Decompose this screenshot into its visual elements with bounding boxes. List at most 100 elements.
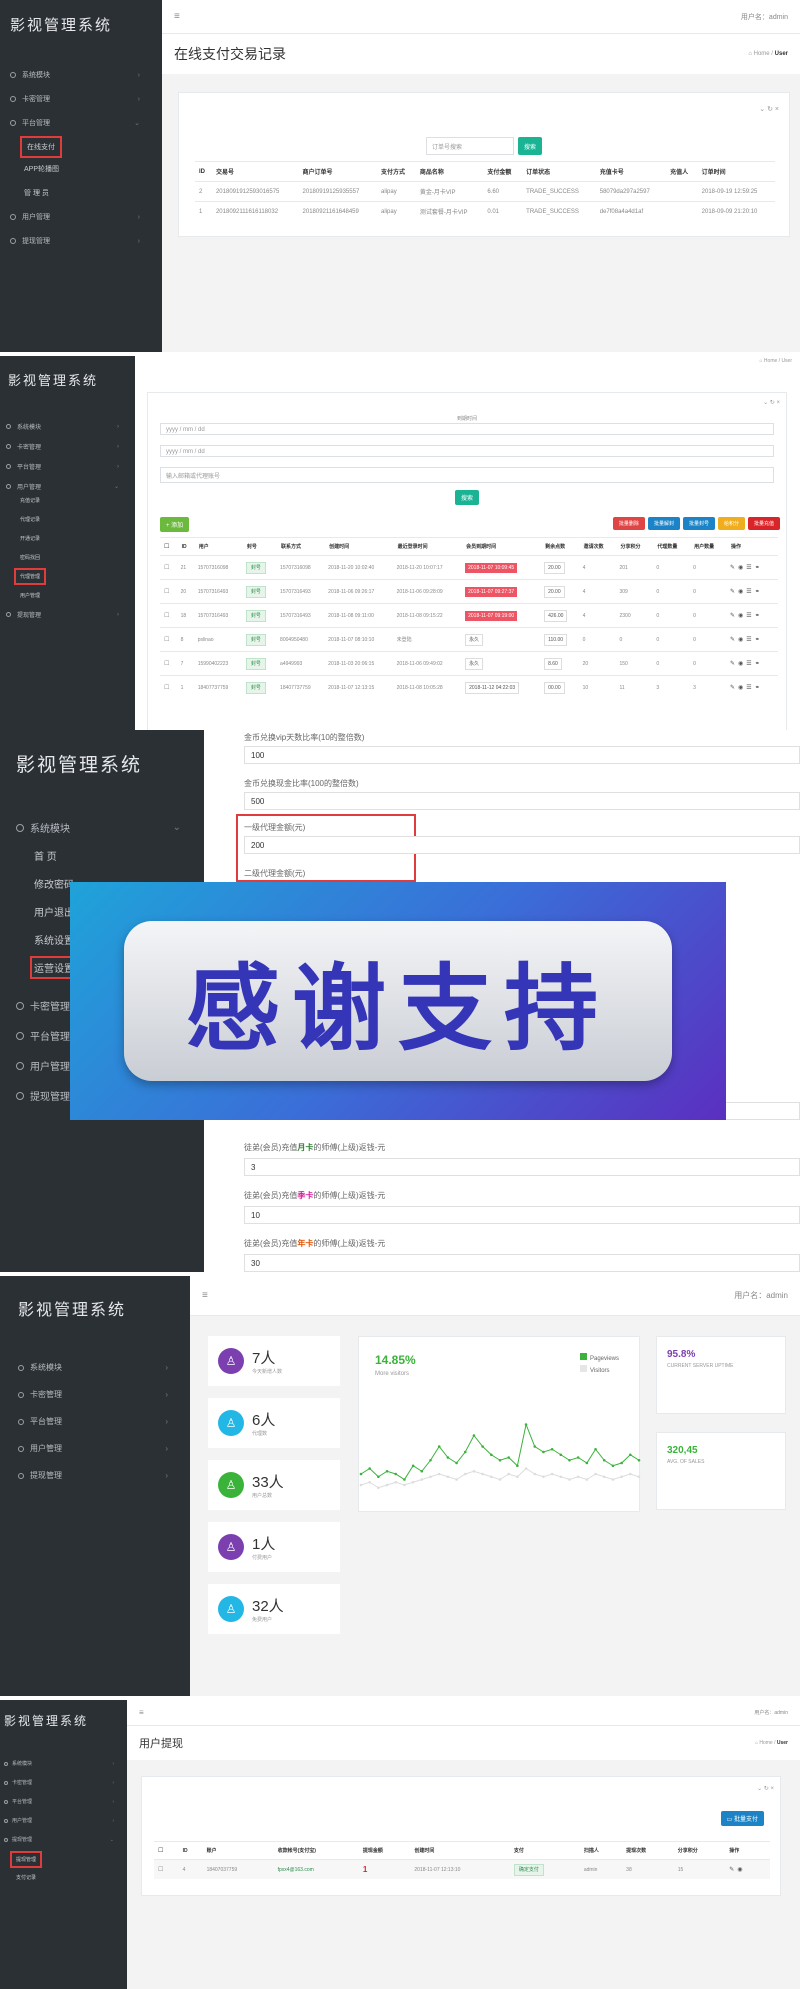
link-icon[interactable]: ⚭ <box>755 637 760 643</box>
sidebar-item[interactable]: 系统模块 › <box>4 1760 124 1767</box>
sidebar-item[interactable]: 用户管理 ⌄ <box>6 482 131 491</box>
list-icon[interactable]: ☰ <box>746 589 751 595</box>
batch-action-button[interactable]: 批量删除 <box>612 517 645 530</box>
edit-icon[interactable]: ✎ <box>730 589 735 595</box>
date-end-input[interactable]: yyyy / mm / dd <box>160 445 774 457</box>
list-icon[interactable]: ☰ <box>746 613 751 619</box>
sidebar-sub-password[interactable]: 修改密码 <box>34 876 74 891</box>
sidebar-item-cards[interactable]: 卡密管理› <box>10 94 160 104</box>
link-icon[interactable]: ⚭ <box>755 685 760 691</box>
link-icon[interactable]: ⚭ <box>755 589 760 595</box>
collapse-icon[interactable]: ⌄ <box>757 1786 762 1792</box>
row-checkbox[interactable]: ☐ <box>160 603 178 628</box>
sidebar-sub-item[interactable]: 开通记录 <box>18 534 42 543</box>
list-icon[interactable]: ☰ <box>746 661 751 667</box>
refresh-icon[interactable]: ↻ <box>764 1786 769 1792</box>
sidebar-sub-item[interactable]: 密码找回 <box>18 553 42 562</box>
sidebar-sub-logout[interactable]: 用户退出 <box>34 904 74 919</box>
month-card-reward-input[interactable]: 3 <box>244 1158 800 1176</box>
search-button[interactable]: 搜索 <box>517 137 542 155</box>
sidebar-sub-operation[interactable]: 运营设置 <box>30 956 78 979</box>
sidebar-item[interactable]: 卡密管理 › <box>4 1779 124 1786</box>
view-icon[interactable]: ◉ <box>738 685 743 691</box>
ban-button[interactable]: 封号 <box>245 610 266 622</box>
sidebar-item-system[interactable]: 系统模块 ⌄ <box>16 820 201 835</box>
row-checkbox[interactable]: ☐ <box>160 555 178 580</box>
sidebar-sub-admin[interactable]: 管 理 员 <box>24 188 49 198</box>
vip-ratio-input[interactable]: 100 <box>244 746 800 764</box>
select-all-checkbox[interactable]: ☐ <box>154 1841 179 1860</box>
edit-icon[interactable]: ✎ <box>730 613 735 619</box>
sidebar-sub-item[interactable]: 提现管理 <box>9 1851 43 1868</box>
list-icon[interactable]: ☰ <box>746 565 751 571</box>
sidebar-item[interactable]: 卡密管理 › <box>6 442 131 451</box>
sidebar-item[interactable]: 提现管理 ⌄ <box>4 1836 124 1843</box>
search-button[interactable]: 搜索 <box>455 490 480 505</box>
view-icon[interactable]: ◉ <box>738 589 743 595</box>
batch-action-button[interactable]: 给积分 <box>717 517 745 530</box>
row-checkbox[interactable]: ☐ <box>160 627 178 652</box>
refresh-icon[interactable]: ↻ <box>767 106 773 113</box>
select-all-checkbox[interactable]: ☐ <box>160 537 178 556</box>
close-icon[interactable]: × <box>770 1786 774 1792</box>
menu-toggle-icon[interactable]: ≡ <box>139 1708 144 1717</box>
view-icon[interactable]: ◉ <box>738 565 743 571</box>
view-icon[interactable]: ◉ <box>738 637 743 643</box>
edit-icon[interactable]: ✎ <box>729 1867 734 1873</box>
sidebar-item-users[interactable]: 用户管理› <box>10 212 160 222</box>
row-checkbox[interactable]: ☐ <box>154 1859 179 1879</box>
menu-toggle-icon[interactable]: ≡ <box>174 11 180 22</box>
sidebar-item[interactable]: 用户管理 › <box>4 1817 124 1824</box>
refresh-icon[interactable]: ↻ <box>770 400 775 406</box>
user-info[interactable]: 用户名：admin <box>734 1290 788 1301</box>
link-icon[interactable]: ⚭ <box>755 661 760 667</box>
sidebar-item[interactable]: 提现管理 › <box>18 1470 188 1481</box>
sidebar-sub-home[interactable]: 首 页 <box>34 848 57 863</box>
sidebar-item[interactable]: 系统模块 › <box>6 422 131 431</box>
sidebar-sub-settings[interactable]: 系统设置 <box>34 932 74 947</box>
close-icon[interactable]: × <box>775 106 779 113</box>
list-icon[interactable]: ☰ <box>746 685 751 691</box>
sidebar-item[interactable]: 平台管理 › <box>6 462 131 471</box>
year-card-reward-input[interactable]: 30 <box>244 1254 800 1272</box>
sidebar-item-platform[interactable]: 平台管理 ⌄ <box>10 118 160 128</box>
row-checkbox[interactable]: ☐ <box>160 651 178 676</box>
date-start-input[interactable]: yyyy / mm / dd <box>160 423 774 435</box>
edit-icon[interactable]: ✎ <box>730 637 735 643</box>
link-icon[interactable]: ⚭ <box>755 613 760 619</box>
menu-toggle-icon[interactable]: ≡ <box>202 1290 208 1301</box>
sidebar-item[interactable]: 系统模块 › <box>18 1362 188 1373</box>
list-icon[interactable]: ☰ <box>746 637 751 643</box>
batch-action-button[interactable]: 批量充值 <box>747 517 780 530</box>
confirm-pay-button[interactable]: 确定支付 <box>513 1864 544 1876</box>
sidebar-item-withdraw[interactable]: 提现管理› <box>10 236 160 246</box>
ban-button[interactable]: 封号 <box>245 586 266 598</box>
agent-level1-input[interactable]: 200 <box>244 836 800 854</box>
user-info[interactable]: 用户名：admin <box>754 1709 788 1716</box>
sidebar-sub-item[interactable]: 支付记录 <box>14 1873 38 1882</box>
batch-pay-button[interactable]: ▭ 批量支付 <box>720 1811 764 1826</box>
agent-search-input[interactable]: 输入邮箱或代理账号 <box>160 467 774 483</box>
sidebar-item[interactable]: 提现管理 › <box>6 610 131 619</box>
batch-action-button[interactable]: 批量封号 <box>682 517 715 530</box>
sidebar-sub-item[interactable]: 充值记录 <box>18 496 42 505</box>
sidebar-item[interactable]: 用户管理 › <box>18 1443 188 1454</box>
edit-icon[interactable]: ✎ <box>730 565 735 571</box>
season-card-reward-input[interactable]: 10 <box>244 1206 800 1224</box>
sidebar-sub-item[interactable]: 代理管理 <box>13 568 47 585</box>
ban-button[interactable]: 封号 <box>245 562 266 574</box>
batch-action-button[interactable]: 批量解封 <box>647 517 680 530</box>
sidebar-sub-online-pay[interactable]: 在线支付 <box>20 136 62 158</box>
row-checkbox[interactable]: ☐ <box>160 675 178 699</box>
collapse-icon[interactable]: ⌄ <box>763 400 768 406</box>
collapse-icon[interactable]: ⌄ <box>759 106 765 113</box>
ban-button[interactable]: 封号 <box>245 682 266 694</box>
sidebar-item-system[interactable]: 系统模块 › <box>10 70 160 80</box>
ban-button[interactable]: 封号 <box>245 658 266 670</box>
edit-icon[interactable]: ✎ <box>730 661 735 667</box>
ban-button[interactable]: 封号 <box>245 634 266 646</box>
link-icon[interactable]: ⚭ <box>755 565 760 571</box>
view-icon[interactable]: ◉ <box>738 613 743 619</box>
edit-icon[interactable]: ✎ <box>730 685 735 691</box>
sidebar-item[interactable]: 平台管理 › <box>18 1416 188 1427</box>
